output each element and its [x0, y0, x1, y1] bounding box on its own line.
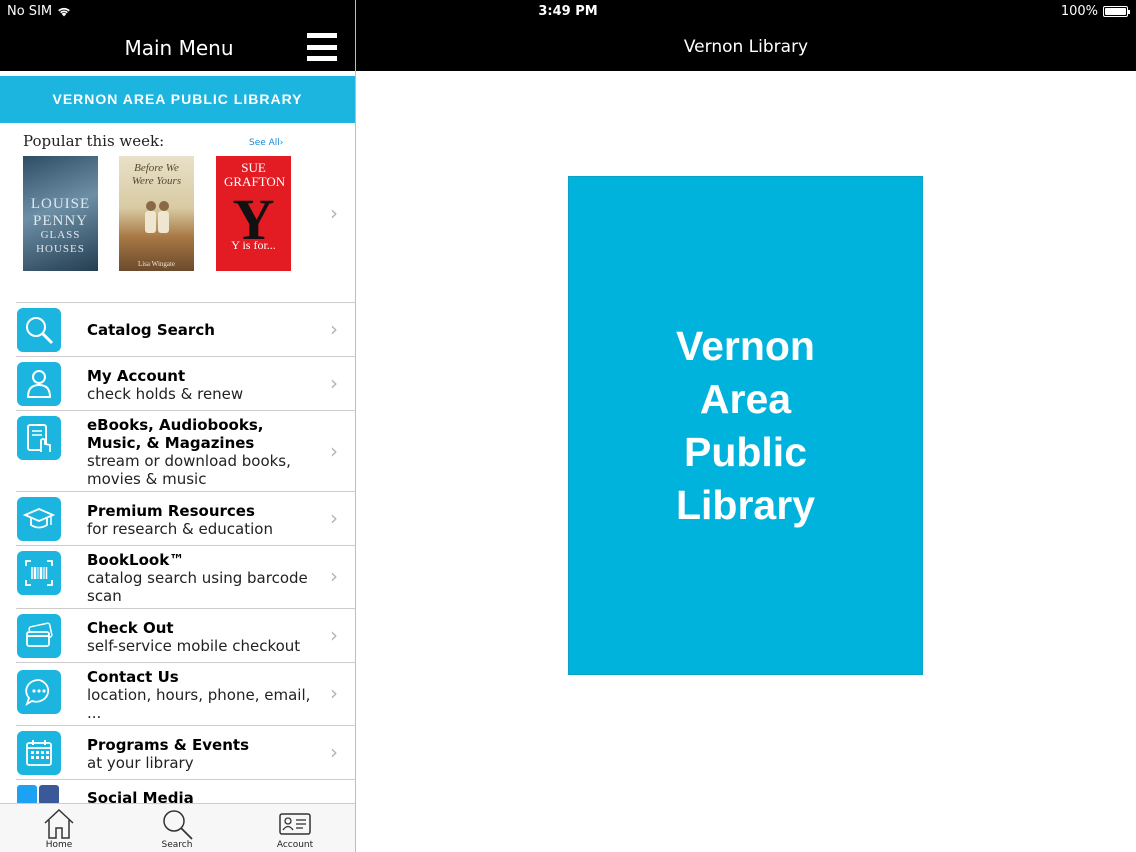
book-author: Lisa Wingate	[137, 260, 176, 268]
split-divider	[355, 0, 356, 852]
tab-label: Account	[276, 840, 314, 850]
chat-bubble-icon	[17, 670, 61, 714]
chevron-right-icon: ›	[330, 317, 338, 341]
menu-title: Contact Us	[87, 668, 179, 686]
book-cover-glass-houses[interactable]: LOUISE PENNY GLASS HOUSES	[23, 156, 98, 271]
menu-title: BookLook™	[87, 551, 185, 569]
tab-label: Home	[45, 840, 73, 850]
status-time: 3:49 PM	[538, 4, 598, 19]
menu-title: Programs & Events	[87, 736, 250, 754]
social-icons	[17, 785, 59, 805]
chevron-right-icon: ›	[330, 439, 338, 463]
chevron-right-icon: ›	[330, 623, 338, 647]
menu-item-contact-us[interactable]: Contact Us location, hours, phone, email,…	[16, 663, 355, 726]
main-menu-navbar: Main Menu	[0, 24, 355, 71]
tab-account[interactable]: Account	[255, 804, 335, 850]
status-right: 100%	[1060, 4, 1130, 19]
book-author: LOUISE PENNY	[30, 196, 91, 229]
menu-item-catalog-search[interactable]: Catalog Search ›	[16, 303, 355, 357]
menu-subtitle: for research & education	[87, 520, 273, 538]
barcode-scan-icon	[17, 551, 61, 595]
twitter-icon	[17, 785, 37, 805]
library-poster: Vernon Area Public Library	[568, 176, 923, 675]
home-icon	[44, 808, 74, 839]
calendar-icon	[17, 731, 61, 775]
detail-navbar: Vernon Library	[356, 24, 1136, 71]
library-banner[interactable]: VERNON AREA PUBLIC LIBRARY	[0, 76, 355, 123]
poster-line: Area	[699, 375, 792, 422]
chevron-right-icon: ›	[330, 740, 338, 764]
book-title: Y is for...	[231, 238, 276, 252]
menu-item-booklook[interactable]: BookLook™ catalog search using barcode sc…	[16, 546, 355, 609]
chevron-right-icon: ›	[330, 506, 338, 530]
popular-title: Popular this week:	[23, 132, 165, 150]
menu-item-programs-events[interactable]: Programs & Events at your library ›	[16, 726, 355, 780]
chevron-right-icon: ›	[330, 564, 338, 588]
menu-title: Check Out	[87, 619, 174, 637]
menu-item-ebooks[interactable]: eBooks, Audiobooks, Music, & Magazines st…	[16, 411, 355, 492]
book-cover-before-we-were-yours[interactable]: Before We Were Yours Lisa Wingate	[119, 156, 194, 271]
hamburger-menu-icon[interactable]	[307, 32, 337, 62]
detail-title: Vernon Library	[683, 37, 809, 57]
menu-item-check-out[interactable]: Check Out self-service mobile checkout ›	[16, 609, 355, 663]
menu-item-my-account[interactable]: My Account check holds & renew ›	[16, 357, 355, 411]
menu-subtitle: location, hours, phone, email, ...	[87, 686, 311, 722]
tab-label: Search	[161, 840, 193, 850]
poster-line: Library	[676, 481, 815, 528]
facebook-icon	[39, 785, 59, 805]
chevron-right-icon: ›	[330, 681, 338, 705]
magnifier-icon	[17, 308, 61, 352]
see-all-link[interactable]: See All›	[249, 138, 283, 148]
main-menu-title: Main Menu	[124, 36, 234, 60]
book-author: SUE GRAFTON	[224, 160, 286, 189]
poster-line: Vernon	[676, 322, 815, 369]
menu-subtitle: check holds & renew	[87, 385, 244, 403]
poster-line: Public	[683, 428, 808, 475]
tab-search[interactable]: Search	[137, 804, 217, 850]
search-icon	[163, 810, 193, 840]
id-card-icon	[279, 813, 311, 835]
tablet-touch-icon	[17, 416, 61, 460]
menu-list: Catalog Search › My Account check holds &…	[16, 303, 355, 834]
main-menu-pane: Main Menu VERNON AREA PUBLIC LIBRARY Pop…	[0, 24, 355, 852]
status-bar: No SIM 3:49 PM 100%	[0, 0, 1136, 24]
menu-subtitle: stream or download books, movies & music	[87, 452, 291, 488]
menu-subtitle: at your library	[87, 754, 194, 772]
menu-title: Premium Resources	[87, 502, 255, 520]
menu-item-premium-resources[interactable]: Premium Resources for research & educatio…	[16, 492, 355, 546]
menu-subtitle: catalog search using barcode scan	[87, 569, 308, 605]
poster-text: Vernon Area Public Library	[676, 320, 815, 532]
menu-title: Catalog Search	[87, 321, 215, 339]
book-title: GLASS HOUSES	[36, 229, 85, 255]
book-title: Before We Were Yours	[131, 162, 182, 187]
battery-icon	[1103, 6, 1130, 17]
tab-bar: Home Search Account	[0, 803, 355, 852]
menu-title: My Account	[87, 367, 186, 385]
tab-home[interactable]: Home	[19, 804, 99, 850]
menu-title: eBooks, Audiobooks, Music, & Magazines	[87, 416, 264, 452]
credit-card-icon	[17, 614, 61, 658]
chevron-right-icon: ›	[330, 371, 338, 395]
popular-this-week[interactable]: Popular this week: See All› LOUISE PENNY…	[16, 123, 355, 303]
battery-percent: 100%	[1060, 4, 1098, 19]
person-icon	[17, 362, 61, 406]
chevron-right-icon: ›	[330, 201, 338, 225]
book-cover-y-is-for[interactable]: SUE GRAFTON Y Y is for...	[216, 156, 291, 271]
menu-subtitle: self-service mobile checkout	[87, 637, 301, 655]
graduation-cap-icon	[17, 497, 61, 541]
